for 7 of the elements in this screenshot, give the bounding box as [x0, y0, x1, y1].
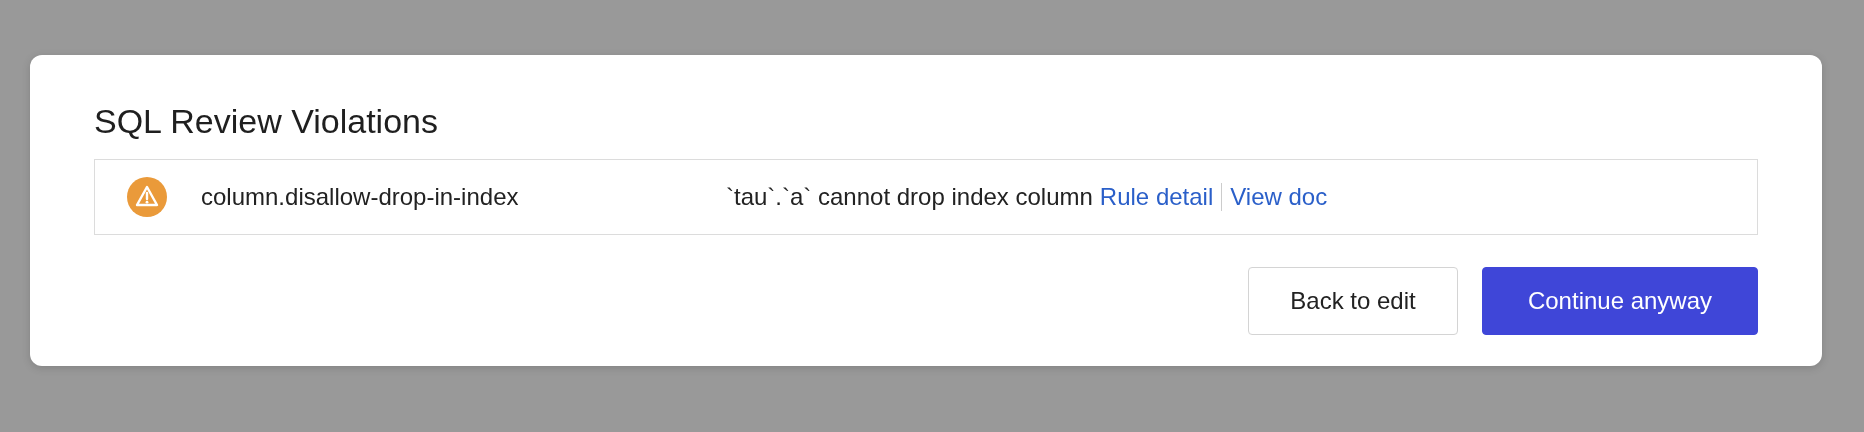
continue-button[interactable]: Continue anyway [1482, 267, 1758, 335]
doc-link[interactable]: View doc [1230, 183, 1328, 211]
doc-link[interactable]: Rule detail [1099, 183, 1214, 211]
violation-message: `tau`.`a` cannot drop index column [726, 183, 1093, 211]
back-button[interactable]: Back to edit [1248, 267, 1458, 335]
rule-name: column.disallow-drop-in-index [201, 183, 520, 211]
dialog-title: SQL Review Violations [94, 101, 438, 141]
